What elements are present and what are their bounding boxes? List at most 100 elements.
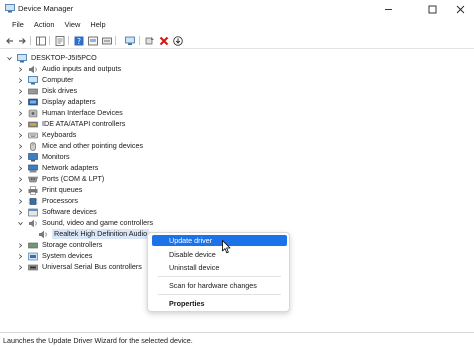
enable-device-icon[interactable] xyxy=(172,35,183,46)
controller-icon xyxy=(28,120,38,129)
computer-icon xyxy=(17,53,27,63)
chevron-right-icon[interactable] xyxy=(17,77,24,84)
close-button[interactable] xyxy=(446,0,474,18)
minimize-button[interactable] xyxy=(374,0,402,18)
tree-category-label: Network adapters xyxy=(42,163,99,172)
network-adapter-icon xyxy=(28,164,38,173)
usb-icon xyxy=(28,263,38,272)
tree-category-hid[interactable]: Human Interface Devices xyxy=(17,108,123,118)
menu-help[interactable]: Help xyxy=(85,18,110,32)
svg-text:?: ? xyxy=(77,37,81,46)
tree-category-network-adapters[interactable]: Network adapters xyxy=(17,163,98,173)
status-bar: Launches the Update Driver Wizard for th… xyxy=(0,332,474,347)
update-driver-menu-item[interactable]: Update driver xyxy=(152,235,287,246)
tree-device-realtek-audio[interactable]: Realtek High Definition Audio xyxy=(38,229,150,239)
tree-category-label: System devices xyxy=(42,251,93,260)
menu-bar: File Action View Help xyxy=(0,18,474,32)
chevron-right-icon[interactable] xyxy=(17,198,24,205)
chevron-right-icon[interactable] xyxy=(17,165,24,172)
tree-category-label: Keyboards xyxy=(42,130,77,139)
chevron-right-icon[interactable] xyxy=(17,66,24,73)
chevron-down-icon[interactable] xyxy=(6,55,13,62)
tree-category-display-adapters[interactable]: Display adapters xyxy=(17,97,96,107)
menu-divider xyxy=(158,294,281,295)
tree-category-label: Audio inputs and outputs xyxy=(42,64,122,73)
view-by-connection-icon[interactable] xyxy=(101,35,112,46)
disable-device-menu-item[interactable]: Disable device xyxy=(152,249,287,260)
tree-category-monitors[interactable]: Monitors xyxy=(17,152,70,162)
hid-icon xyxy=(28,109,38,118)
menu-view[interactable]: View xyxy=(59,18,85,32)
back-arrow-icon[interactable] xyxy=(4,35,15,46)
chevron-right-icon[interactable] xyxy=(17,110,24,117)
tree-category-processors[interactable]: Processors xyxy=(17,196,78,206)
update-driver-icon[interactable] xyxy=(144,35,155,46)
tree-category-usb-controllers[interactable]: Universal Serial Bus controllers xyxy=(17,262,142,272)
properties-sheet-icon[interactable] xyxy=(54,35,65,46)
menu-action[interactable]: Action xyxy=(29,18,60,32)
help-icon[interactable]: ? xyxy=(73,35,84,46)
chevron-right-icon[interactable] xyxy=(17,88,24,95)
tree-category-label: Disk drives xyxy=(42,86,78,95)
tree-category-label: Storage controllers xyxy=(42,240,103,249)
view-by-type-icon[interactable] xyxy=(87,35,98,46)
tree-category-ide-ata[interactable]: IDE ATA/ATAPI controllers xyxy=(17,119,125,129)
monitor-icon xyxy=(28,75,38,85)
chevron-right-icon[interactable] xyxy=(17,132,24,139)
tree-category-system-devices[interactable]: System devices xyxy=(17,251,92,261)
maximize-button[interactable] xyxy=(418,0,446,18)
tree-category-disk-drives[interactable]: Disk drives xyxy=(17,86,77,96)
chevron-right-icon[interactable] xyxy=(17,176,24,183)
chevron-right-icon[interactable] xyxy=(17,121,24,128)
processor-icon xyxy=(28,197,38,206)
chevron-right-icon[interactable] xyxy=(17,187,24,194)
speaker-icon xyxy=(28,219,38,228)
menu-file[interactable]: File xyxy=(7,18,29,32)
scan-hardware-menu-item[interactable]: Scan for hardware changes xyxy=(152,280,287,291)
port-icon xyxy=(28,175,38,184)
uninstall-device-icon[interactable] xyxy=(158,35,169,46)
tree-category-label: Universal Serial Bus controllers xyxy=(42,262,142,271)
show-hide-console-tree-icon[interactable] xyxy=(35,35,46,46)
speaker-icon xyxy=(38,230,48,239)
tree-category-label: Print queues xyxy=(42,185,83,194)
tree-category-ports[interactable]: Ports (COM & LPT) xyxy=(17,174,104,184)
tree-category-sound-video[interactable]: Sound, video and game controllers xyxy=(17,218,153,228)
tree-root-node[interactable]: DESKTOP-J5I5PCO xyxy=(6,53,97,63)
tree-category-label: Display adapters xyxy=(42,97,96,106)
tree-category-label: Computer xyxy=(42,75,74,84)
uninstall-device-menu-item[interactable]: Uninstall device xyxy=(152,262,287,273)
toolbar-divider xyxy=(49,36,50,45)
tree-category-software-devices[interactable]: Software devices xyxy=(17,207,97,217)
properties-menu-item[interactable]: Properties xyxy=(152,298,287,309)
tree-category-print-queues[interactable]: Print queues xyxy=(17,185,82,195)
tree-category-label: Processors xyxy=(42,196,78,205)
title-bar: Device Manager xyxy=(0,0,474,18)
context-menu: Update driver Disable device Uninstall d… xyxy=(147,232,290,312)
tree-category-storage-controllers[interactable]: Storage controllers xyxy=(17,240,102,250)
chevron-down-icon[interactable] xyxy=(17,220,24,227)
tree-category-computer[interactable]: Computer xyxy=(17,75,74,85)
chevron-right-icon[interactable] xyxy=(17,154,24,161)
tree-root-label: DESKTOP-J5I5PCO xyxy=(31,53,97,62)
storage-controller-icon xyxy=(28,241,38,250)
keyboard-icon xyxy=(28,131,38,140)
status-text: Launches the Update Driver Wizard for th… xyxy=(3,336,193,345)
chevron-right-icon[interactable] xyxy=(17,242,24,249)
speaker-icon xyxy=(28,65,38,74)
chevron-right-icon[interactable] xyxy=(17,209,24,216)
menu-divider xyxy=(158,276,281,277)
toolbar-divider xyxy=(115,36,116,45)
chevron-right-icon[interactable] xyxy=(17,99,24,106)
tree-category-label: Ports (COM & LPT) xyxy=(42,174,105,183)
chevron-right-icon[interactable] xyxy=(17,264,24,271)
forward-arrow-icon[interactable] xyxy=(16,35,27,46)
window-title: Device Manager xyxy=(18,4,74,13)
chevron-right-icon[interactable] xyxy=(17,253,24,260)
chevron-right-icon[interactable] xyxy=(17,143,24,150)
tree-category-keyboards[interactable]: Keyboards xyxy=(17,130,76,140)
tree-category-audio-inputs[interactable]: Audio inputs and outputs xyxy=(17,64,121,74)
scan-hardware-icon[interactable] xyxy=(124,35,135,46)
tree-category-mice[interactable]: Mice and other pointing devices xyxy=(17,141,143,151)
disk-drive-icon xyxy=(28,87,38,96)
